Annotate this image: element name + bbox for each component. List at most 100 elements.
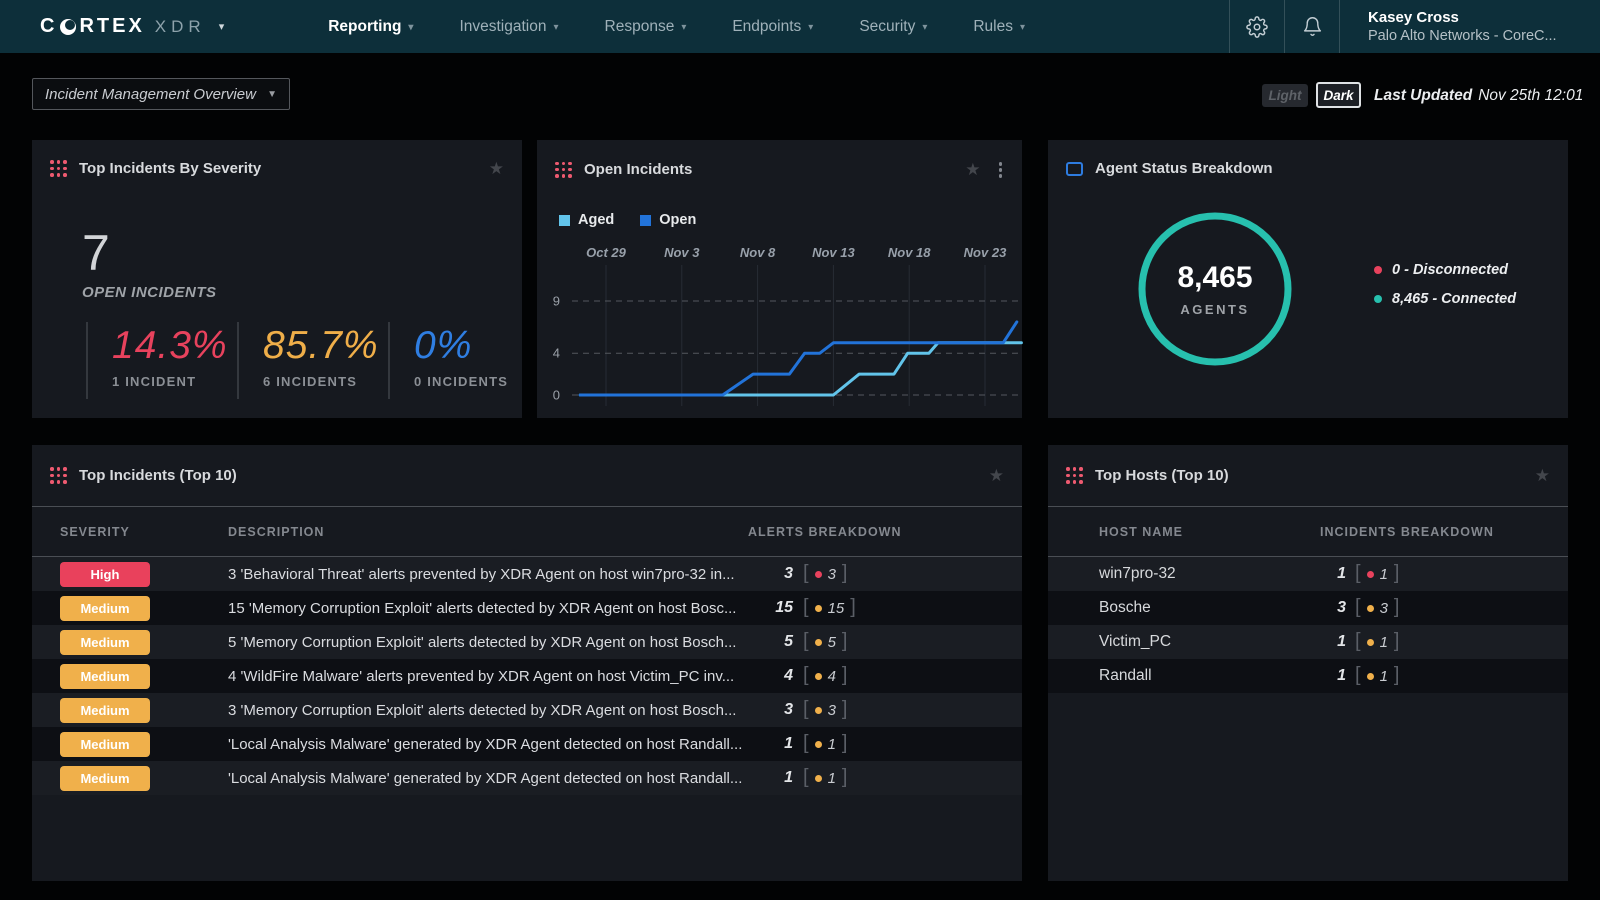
severity-dot — [815, 741, 822, 748]
breakdown-dot-count: 1 — [1380, 634, 1388, 651]
bracket-close: ] — [1394, 665, 1400, 687]
card-header: Top Hosts (Top 10) ★ — [1048, 445, 1568, 507]
table-row[interactable]: Bosche3[3] — [1048, 591, 1568, 625]
severity-stat-percentage: 0% — [414, 326, 539, 367]
legend-swatch — [640, 215, 651, 226]
bracket-open: [ — [1355, 563, 1361, 585]
legend-label: 8,465 - Connected — [1392, 291, 1516, 307]
nav-item-security[interactable]: Security▾ — [859, 18, 927, 36]
breakdown-count: 4 — [748, 667, 793, 685]
breakdown-dot-count: 4 — [828, 668, 836, 685]
legend-label: 0 - Disconnected — [1392, 262, 1508, 278]
favorite-star-icon[interactable]: ★ — [989, 467, 1004, 484]
legend-item: Open — [640, 212, 696, 228]
user-menu[interactable]: Kasey Cross Palo Alto Networks - CoreC..… — [1340, 0, 1600, 53]
xdr-wordmark: XDR — [155, 17, 206, 37]
card-title: Top Incidents By Severity — [79, 160, 261, 177]
widget-dots-icon — [555, 161, 572, 178]
bracket-close: ] — [1394, 563, 1400, 585]
bracket-close: ] — [842, 665, 848, 687]
host-name: Victim_PC — [1099, 633, 1320, 651]
nav-item-reporting[interactable]: Reporting▾ — [328, 18, 413, 36]
nav-item-rules[interactable]: Rules▾ — [973, 18, 1025, 36]
breakdown-group: [4] — [803, 665, 847, 687]
notifications-button[interactable] — [1285, 0, 1339, 53]
settings-button[interactable] — [1230, 0, 1284, 53]
top-nav: CRTEX XDR ▾ Reporting▾ Investigation▾ Resp… — [0, 0, 1600, 53]
severity-dot — [1367, 605, 1374, 612]
severity-dot — [815, 775, 822, 782]
table-row[interactable]: High 3 'Behavioral Threat' alerts prevent… — [32, 557, 1022, 591]
kebab-menu-icon[interactable] — [997, 160, 1005, 180]
table-row[interactable]: win7pro-321[1] — [1048, 557, 1568, 591]
nav-item-endpoints[interactable]: Endpoints▾ — [732, 18, 813, 36]
nav-item-response[interactable]: Response▾ — [605, 18, 687, 36]
table-row[interactable]: Medium4 'WildFire Malware' alerts preven… — [32, 659, 1022, 693]
hosts-table-body: win7pro-321[1]Bosche3[3]Victim_PC1[1]Ran… — [1048, 557, 1568, 693]
breakdown-dot-count: 3 — [828, 702, 836, 719]
svg-text:4: 4 — [553, 346, 560, 361]
breakdown-dot-count: 1 — [1380, 566, 1388, 583]
table-row[interactable]: Medium3 'Memory Corruption Exploit' aler… — [32, 693, 1022, 727]
nav-item-investigation[interactable]: Investigation▾ — [459, 18, 558, 36]
breakdown-dot-count: 3 — [828, 566, 836, 583]
dashboard-selector[interactable]: Incident Management Overview ▼ — [32, 78, 290, 110]
nav-item-label: Endpoints — [732, 18, 801, 36]
severity-stat: 14.3%1 INCIDENT — [86, 322, 237, 399]
card-title: Top Incidents (Top 10) — [79, 467, 237, 484]
severity-cell: Medium — [60, 630, 228, 655]
severity-cell: Medium — [60, 596, 228, 621]
card-open-incidents: Open Incidents ★ AgedOpen Oct 29Nov 3Nov… — [537, 140, 1022, 418]
incident-description: 5 'Memory Corruption Exploit' alerts det… — [228, 634, 748, 651]
severity-cell: Medium — [60, 698, 228, 723]
alerts-breakdown: 4[4] — [748, 665, 1004, 687]
severity-badge: High — [60, 562, 150, 587]
bracket-open: [ — [803, 699, 809, 721]
alerts-breakdown: 3 [3] — [748, 699, 1004, 721]
severity-cell: Medium — [60, 664, 228, 689]
table-row[interactable]: Medium15 'Memory Corruption Exploit' ale… — [32, 591, 1022, 625]
nav-item-label: Security — [859, 18, 915, 36]
legend-swatch — [559, 215, 570, 226]
svg-text:Nov 3: Nov 3 — [664, 245, 700, 260]
bracket-close: ] — [842, 631, 848, 653]
table-row[interactable]: Victim_PC1[1] — [1048, 625, 1568, 659]
favorite-star-icon[interactable]: ★ — [1535, 467, 1550, 484]
table-row[interactable]: Medium'Local Analysis Malware' generated… — [32, 727, 1022, 761]
bracket-close: ] — [850, 597, 856, 619]
alerts-breakdown: 1[1] — [748, 733, 1004, 755]
bracket-close: ] — [842, 767, 848, 789]
col-incidents-breakdown: INCIDENTS BREAKDOWN — [1320, 525, 1550, 539]
table-row[interactable]: Randall1[1] — [1048, 659, 1568, 693]
svg-text:Nov 23: Nov 23 — [964, 245, 1007, 260]
breakdown-count: 3 — [748, 701, 793, 719]
chevron-down-icon: ▾ — [553, 20, 558, 33]
incidents-table-body: High 3 'Behavioral Threat' alerts prevent… — [32, 557, 1022, 795]
severity-dot — [1367, 639, 1374, 646]
legend-label: Aged — [578, 212, 614, 228]
svg-text:Oct 29: Oct 29 — [586, 245, 627, 260]
severity-badge: Medium — [60, 664, 150, 689]
nav-menu: Reporting▾ Investigation▾ Response▾ Endpoin… — [328, 18, 1025, 36]
svg-text:9: 9 — [553, 293, 560, 308]
table-row[interactable]: Medium5 'Memory Corruption Exploit' aler… — [32, 625, 1022, 659]
cortex-rtex: RTEX — [79, 15, 144, 38]
light-mode-button[interactable]: Light — [1262, 84, 1308, 107]
brand-logo[interactable]: CRTEX XDR ▾ — [40, 15, 224, 38]
legend-label: Open — [659, 212, 696, 228]
user-name: Kasey Cross — [1368, 9, 1600, 26]
dashboard-selector-value: Incident Management Overview — [45, 86, 256, 103]
col-description: DESCRIPTION — [228, 525, 748, 539]
favorite-star-icon[interactable]: ★ — [489, 160, 504, 177]
incident-description: 3 'Behavioral Threat' alerts prevented b… — [228, 566, 748, 583]
severity-badge: Medium — [60, 596, 150, 621]
alerts-breakdown: 1[1] — [1320, 563, 1550, 585]
bracket-close: ] — [842, 699, 848, 721]
table-row[interactable]: Medium'Local Analysis Malware' generated… — [32, 761, 1022, 795]
favorite-star-icon[interactable]: ★ — [965, 161, 980, 178]
severity-cell: High — [60, 562, 228, 587]
bracket-open: [ — [803, 665, 809, 687]
endpoint-icon — [1066, 162, 1083, 176]
dark-mode-button[interactable]: Dark — [1316, 82, 1361, 108]
severity-dot — [1367, 673, 1374, 680]
